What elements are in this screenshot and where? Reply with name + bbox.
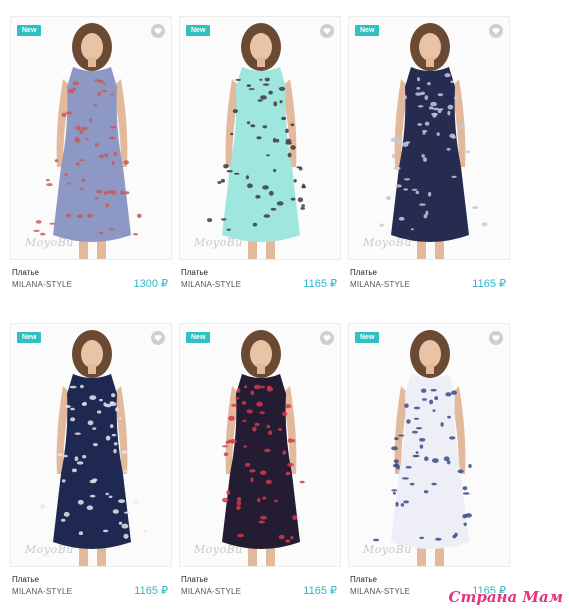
favorite-heart-icon[interactable]: [489, 24, 503, 38]
model-image: [222, 330, 305, 566]
favorite-heart-icon[interactable]: [320, 331, 334, 345]
favorite-heart-icon[interactable]: [489, 331, 503, 345]
site-logo: Страна Мам: [448, 588, 563, 606]
product-brand[interactable]: MILANA-STYLE: [181, 280, 241, 289]
product-brand[interactable]: MILANA-STYLE: [350, 280, 410, 289]
product-price: 1165 ₽: [472, 278, 506, 290]
product-price: 1165 ₽: [303, 585, 337, 597]
watermark: MoyoBu: [194, 543, 243, 556]
new-badge: New: [355, 332, 380, 343]
product-photo[interactable]: New MoyoBu: [10, 323, 172, 567]
product-photo[interactable]: New MoyoBu: [348, 16, 510, 260]
new-badge: New: [17, 332, 42, 343]
watermark: MoyoBu: [363, 236, 412, 249]
new-badge: New: [186, 332, 211, 343]
product-title[interactable]: Платье: [350, 575, 377, 584]
watermark: MoyoBu: [25, 236, 74, 249]
product-price: 1165 ₽: [303, 278, 337, 290]
product-title[interactable]: Платье: [350, 268, 377, 277]
model-image: [33, 23, 142, 259]
product-brand[interactable]: MILANA-STYLE: [12, 587, 72, 596]
model-image: [40, 330, 147, 566]
product-title[interactable]: Платье: [181, 268, 208, 277]
product-title[interactable]: Платье: [12, 575, 39, 584]
product-brand[interactable]: MILANA-STYLE: [350, 587, 410, 596]
product-photo[interactable]: New MoyoBu: [348, 323, 510, 567]
model-image: [373, 330, 472, 566]
new-badge: New: [355, 25, 380, 36]
product-price: 1300 ₽: [133, 278, 168, 290]
product-photo[interactable]: New MoyoBu: [179, 16, 341, 260]
product-photo[interactable]: New MoyoBu: [10, 16, 172, 260]
product-brand[interactable]: MILANA-STYLE: [12, 280, 72, 289]
watermark: MoyoBu: [194, 236, 243, 249]
product-title[interactable]: Платье: [181, 575, 208, 584]
favorite-heart-icon[interactable]: [151, 24, 165, 38]
model-image: [379, 23, 488, 259]
product-brand[interactable]: MILANA-STYLE: [181, 587, 241, 596]
new-badge: New: [17, 25, 42, 36]
favorite-heart-icon[interactable]: [320, 24, 334, 38]
new-badge: New: [186, 25, 211, 36]
model-image: [207, 23, 307, 259]
product-price: 1165 ₽: [134, 585, 168, 597]
watermark: MoyoBu: [363, 543, 412, 556]
product-title[interactable]: Платье: [12, 268, 39, 277]
watermark: MoyoBu: [25, 543, 74, 556]
favorite-heart-icon[interactable]: [151, 331, 165, 345]
product-photo[interactable]: New MoyoBu: [179, 323, 341, 567]
